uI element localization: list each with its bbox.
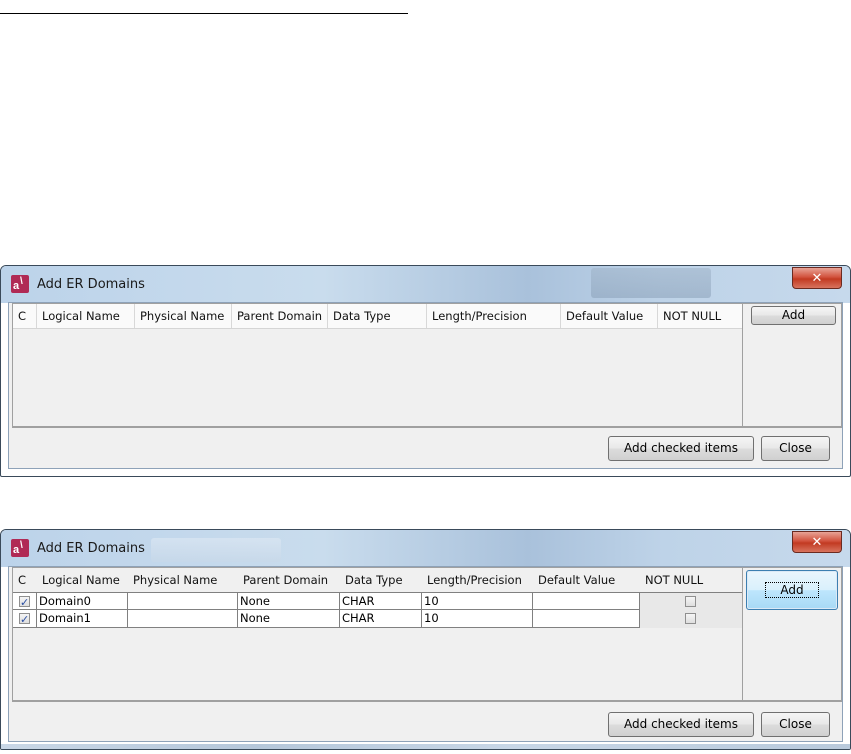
add-button[interactable]: Add: [751, 306, 836, 325]
table-header: C Logical Name Physical Name Parent Doma…: [13, 304, 742, 329]
add-er-domains-dialog-empty: a \ Add ER Domains ✕ C Logical Name Physi…: [0, 265, 851, 477]
col-header-parent-domain[interactable]: Parent Domain: [232, 304, 328, 328]
cell-length-precision[interactable]: 10: [422, 610, 533, 628]
col-header-length-precision[interactable]: Length/Precision: [427, 304, 561, 328]
col-header-default-value[interactable]: Default Value: [533, 568, 640, 592]
side-button-panel: Add: [742, 567, 842, 701]
bottom-button-bar: Add checked items Close: [12, 701, 842, 741]
table-row[interactable]: Domain1 None CHAR 10: [13, 610, 744, 628]
underline-rule: [0, 13, 408, 14]
row-check-cell[interactable]: [13, 610, 37, 628]
col-header-checked[interactable]: C: [13, 568, 37, 592]
cell-not-null[interactable]: [640, 610, 744, 628]
cell-physical-name[interactable]: [128, 610, 238, 628]
col-header-data-type[interactable]: Data Type: [340, 568, 422, 592]
dialog-title: Add ER Domains: [37, 541, 145, 556]
col-header-default-value[interactable]: Default Value: [561, 304, 658, 328]
cell-length-precision[interactable]: 10: [422, 593, 533, 611]
col-header-physical-name[interactable]: Physical Name: [128, 568, 238, 592]
col-header-length-precision[interactable]: Length/Precision: [422, 568, 533, 592]
cell-default-value[interactable]: [533, 610, 640, 628]
row-check-cell[interactable]: [13, 593, 37, 611]
col-header-logical-name[interactable]: Logical Name: [37, 304, 135, 328]
add-er-domains-dialog-filled: a \ Add ER Domains ✕ C Logical Name Physi…: [0, 529, 851, 750]
dialog-body: C Logical Name Physical Name Parent Doma…: [8, 566, 843, 742]
close-button[interactable]: Close: [761, 436, 830, 461]
dialog-body: C Logical Name Physical Name Parent Doma…: [8, 302, 843, 469]
table-header: C Logical Name Physical Name Parent Doma…: [13, 568, 742, 592]
close-x-icon[interactable]: ✕: [792, 531, 842, 553]
side-button-panel: Add: [742, 303, 842, 427]
cell-data-type[interactable]: CHAR: [340, 593, 422, 611]
cell-not-null[interactable]: [640, 593, 744, 611]
domains-table: C Logical Name Physical Name Parent Doma…: [12, 567, 744, 701]
not-null-checkbox[interactable]: [685, 596, 696, 607]
close-x-icon[interactable]: ✕: [792, 267, 842, 289]
cell-parent-domain[interactable]: None: [238, 593, 340, 611]
cell-parent-domain[interactable]: None: [238, 610, 340, 628]
title-bar: a \ Add ER Domains ✕: [1, 266, 850, 303]
app-logo-icon: a \: [11, 275, 29, 293]
col-header-not-null[interactable]: NOT NULL: [658, 304, 744, 328]
cell-data-type[interactable]: CHAR: [340, 610, 422, 628]
col-header-logical-name[interactable]: Logical Name: [37, 568, 128, 592]
row-checkbox[interactable]: [19, 594, 30, 611]
add-checked-items-button[interactable]: Add checked items: [608, 712, 754, 737]
close-button[interactable]: Close: [761, 712, 830, 737]
app-logo-icon: a \: [11, 539, 29, 557]
cell-logical-name[interactable]: Domain1: [37, 610, 128, 628]
cell-logical-name[interactable]: Domain0: [37, 593, 128, 611]
domains-table: C Logical Name Physical Name Parent Doma…: [12, 303, 743, 427]
title-bar: a \ Add ER Domains ✕: [1, 530, 850, 567]
col-header-physical-name[interactable]: Physical Name: [135, 304, 232, 328]
add-checked-items-button[interactable]: Add checked items: [608, 436, 754, 461]
col-header-parent-domain[interactable]: Parent Domain: [238, 568, 340, 592]
dialog-title: Add ER Domains: [37, 277, 145, 292]
cell-default-value[interactable]: [533, 593, 640, 611]
not-null-checkbox[interactable]: [685, 613, 696, 624]
bottom-button-bar: Add checked items Close: [12, 427, 842, 468]
col-header-data-type[interactable]: Data Type: [328, 304, 427, 328]
cell-physical-name[interactable]: [128, 593, 238, 611]
col-header-checked[interactable]: C: [13, 304, 37, 328]
table-row[interactable]: Domain0 None CHAR 10: [13, 592, 744, 611]
add-button[interactable]: Add: [746, 570, 838, 610]
row-checkbox[interactable]: [19, 611, 30, 628]
col-header-not-null[interactable]: NOT NULL: [640, 568, 744, 592]
